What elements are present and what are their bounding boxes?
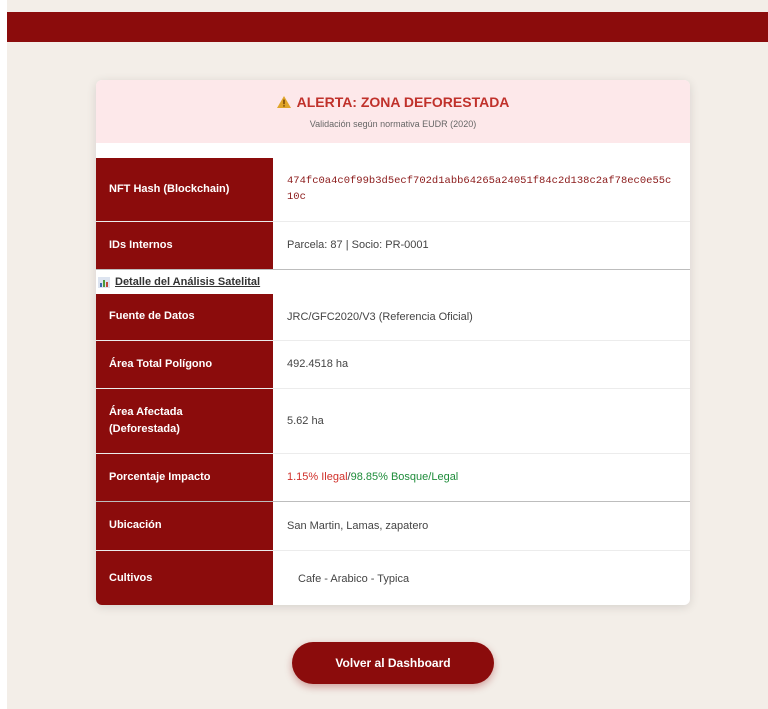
impact-percentage-value: 1.15% Ilegal/98.85% Bosque/Legal bbox=[273, 454, 690, 501]
internal-ids-label: IDs Internos bbox=[96, 222, 273, 269]
nft-hash-label: NFT Hash (Blockchain) bbox=[96, 158, 273, 221]
impact-percentage-label: Porcentaje Impacto bbox=[96, 454, 273, 501]
row-nft-hash: NFT Hash (Blockchain) 474fc0a4c0f99b3d5e… bbox=[96, 158, 690, 222]
alert-title: ALERTA: ZONA DEFORESTADA bbox=[96, 94, 690, 110]
data-source-label: Fuente de Datos bbox=[96, 294, 273, 340]
satellite-section-header[interactable]: Detalle del Análisis Satelital bbox=[96, 269, 690, 294]
row-affected-area: Área Afectada (Deforestada) 5.62 ha bbox=[96, 389, 690, 454]
affected-area-label: Área Afectada (Deforestada) bbox=[96, 389, 273, 453]
row-data-source: Fuente de Datos JRC/GFC2020/V3 (Referenc… bbox=[96, 294, 690, 341]
internal-ids-value: Parcela: 87 | Socio: PR-0001 bbox=[287, 239, 429, 252]
validation-card: ALERTA: ZONA DEFORESTADA Validación segú… bbox=[96, 80, 690, 605]
row-impact-percentage: Porcentaje Impacto 1.15% Ilegal/98.85% B… bbox=[96, 454, 690, 501]
alert-subtitle: Validación según normativa EUDR (2020) bbox=[309, 119, 477, 129]
impact-legal: 98.85% Bosque/Legal bbox=[350, 471, 459, 484]
top-header-bar bbox=[7, 12, 768, 42]
affected-area-label-line2: (Deforestada) bbox=[109, 423, 180, 435]
row-total-area: Área Total Polígono 492.4518 ha bbox=[96, 341, 690, 389]
affected-area-label-line1: Área Afectada bbox=[109, 405, 183, 418]
impact-illegal: 1.15% Ilegal bbox=[287, 471, 348, 484]
location-value: San Martin, Lamas, zapatero bbox=[287, 519, 429, 532]
nft-hash-value: 474fc0a4c0f99b3d5ecf702d1abb64265a24051f… bbox=[287, 174, 672, 203]
total-area-value: 492.4518 ha bbox=[287, 358, 349, 371]
total-area-label: Área Total Polígono bbox=[96, 341, 273, 388]
row-internal-ids: IDs Internos Parcela: 87 | Socio: PR-000… bbox=[96, 222, 690, 269]
back-to-dashboard-button[interactable]: Volver al Dashboard bbox=[292, 642, 494, 684]
warning-icon bbox=[276, 96, 291, 108]
affected-area-value: 5.62 ha bbox=[287, 414, 324, 427]
nft-hash-value-cell: 474fc0a4c0f99b3d5ecf702d1abb64265a24051f… bbox=[273, 158, 690, 221]
satellite-section-title: Detalle del Análisis Satelital bbox=[115, 276, 261, 288]
location-label: Ubicación bbox=[96, 502, 273, 550]
data-source-value: JRC/GFC2020/V3 (Referencia Oficial) bbox=[287, 310, 473, 323]
alert-banner: ALERTA: ZONA DEFORESTADA Validación segú… bbox=[96, 80, 690, 143]
crops-value: Cafe - Arabico - Typica bbox=[298, 572, 410, 585]
alert-title-text: ALERTA: ZONA DEFORESTADA bbox=[296, 94, 510, 110]
crops-label: Cultivos bbox=[96, 551, 273, 605]
row-location: Ubicación San Martin, Lamas, zapatero bbox=[96, 501, 690, 551]
row-crops: Cultivos Cafe - Arabico - Typica bbox=[96, 551, 690, 605]
bar-chart-icon bbox=[98, 276, 110, 288]
details-table: NFT Hash (Blockchain) 474fc0a4c0f99b3d5e… bbox=[96, 158, 690, 605]
